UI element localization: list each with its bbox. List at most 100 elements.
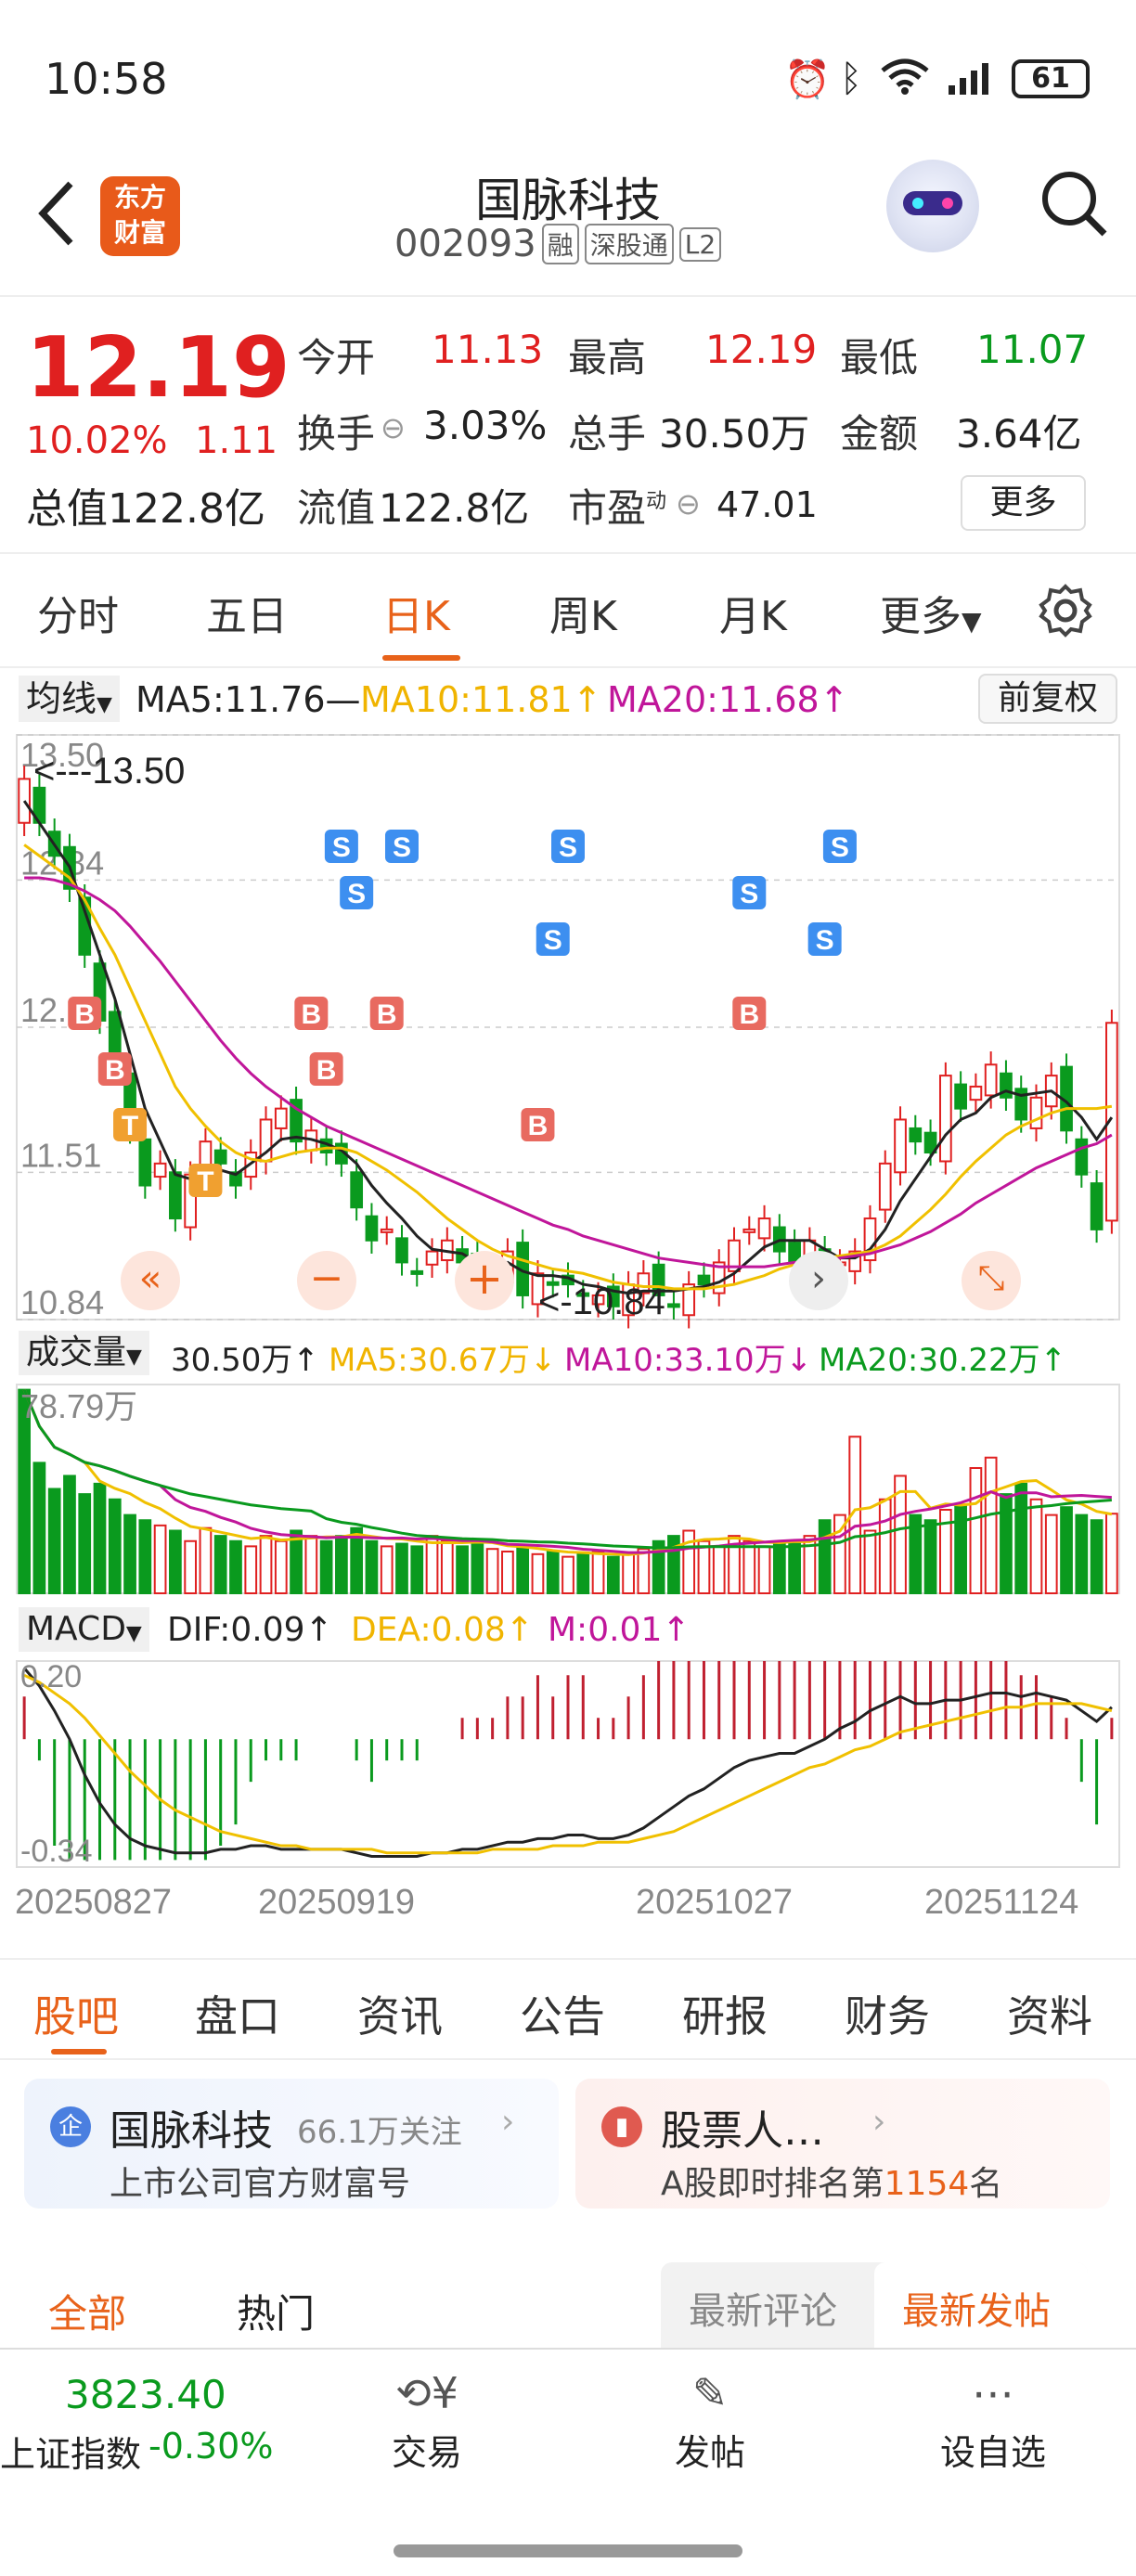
volume-bar <box>1000 1493 1013 1594</box>
volume-bar <box>63 1475 76 1594</box>
x-tick-label: 20250919 <box>258 1883 415 1922</box>
signal-icon <box>947 59 993 100</box>
battery-level: 61 <box>1031 62 1070 95</box>
volume-bar <box>138 1519 152 1594</box>
volume-bar <box>32 1462 46 1594</box>
rewind-icon[interactable]: « <box>121 1251 180 1310</box>
official-account-card[interactable]: 企 国脉科技 66.1万关注 › 上市公司官方财富号 <box>24 2079 559 2209</box>
volume-bar <box>712 1545 726 1594</box>
tab-finance[interactable]: 财务 <box>845 1983 930 2044</box>
chevron-right-icon: › <box>501 2103 515 2141</box>
rank-line: A股即时排名第1154名 <box>661 2157 1002 2205</box>
signal-letter: S <box>816 925 834 956</box>
volume-bar <box>637 1548 651 1594</box>
search-icon[interactable] <box>1038 167 1112 245</box>
sort-latest-post[interactable]: 最新发帖 <box>902 2281 1051 2335</box>
expand-icon[interactable]: ⤡ <box>962 1251 1021 1310</box>
assistant-avatar[interactable] <box>886 160 979 252</box>
tab-five-day[interactable]: 五日 <box>206 583 288 642</box>
feed-tab-hot[interactable]: 热门 <box>237 2283 315 2339</box>
volume-bar <box>365 1539 379 1594</box>
watch-label: 设自选 <box>939 2432 1046 2473</box>
volume-bar <box>395 1542 408 1594</box>
tab-guba[interactable]: 股吧 <box>33 1983 119 2044</box>
badge-margin: 融 <box>541 224 579 264</box>
turnover-value: 3.03% <box>423 403 548 448</box>
volume-bar <box>244 1545 258 1594</box>
signal-letter: T <box>197 1166 213 1197</box>
signal-letter: S <box>332 832 351 863</box>
volume-bar <box>485 1548 499 1594</box>
chart-canvas[interactable]: 13.5012.8412.1711.5110.84<---13.50<-10.8… <box>0 670 1136 1949</box>
volume-bar <box>606 1555 620 1594</box>
change-amt: 1.11 <box>195 419 278 462</box>
amount-value: 3.64亿 <box>956 411 1082 457</box>
rank-prefix: A股即时排名第 <box>661 2165 884 2203</box>
more-dots-icon: ⋯ <box>972 2368 1014 2418</box>
float-value-label: 流值 <box>297 485 376 531</box>
candle-body <box>153 1162 167 1179</box>
period-tabs: 分时 五日 日K 周K 月K 更多▼ <box>0 557 1136 668</box>
tab-monthly-k[interactable]: 月K <box>719 583 787 642</box>
volume-bar <box>788 1539 801 1594</box>
volume-bar <box>335 1535 348 1594</box>
pe-info-icon[interactable]: ⊖ <box>676 486 701 522</box>
y-tick-label: 10.84 <box>20 1283 104 1321</box>
gear-icon[interactable] <box>1038 583 1093 642</box>
volume-bar <box>199 1526 213 1594</box>
volume-bar <box>1060 1506 1073 1594</box>
trade-label: 交易 <box>391 2432 462 2473</box>
signal-letter: S <box>347 879 366 909</box>
feed-tab-all[interactable]: 全部 <box>48 2283 126 2339</box>
stock-people-title: 股票人… <box>661 2107 824 2155</box>
volume-bar <box>380 1545 394 1594</box>
pe-label-text: 市盈 <box>568 485 647 531</box>
candle-body <box>380 1228 394 1233</box>
compose-icon: ✎ <box>691 2368 729 2418</box>
trade-button[interactable]: ⟲¥ 交易 <box>362 2368 492 2475</box>
tab-daily-k[interactable]: 日K <box>382 583 450 642</box>
index-name[interactable]: 上证指数 <box>0 2426 141 2477</box>
tab-research[interactable]: 研报 <box>682 1983 768 2044</box>
volume-max-label: 78.79万 <box>20 1387 137 1425</box>
kline-chart[interactable]: 均线▼ MA5:11.76— MA10:11.81↑ MA20:11.68↑ 前… <box>0 670 1136 1949</box>
status-time: 10:58 <box>45 54 168 104</box>
tab-announcements[interactable]: 公告 <box>520 1983 605 2044</box>
volume-bar <box>682 1529 696 1594</box>
home-indicator <box>394 2544 742 2557</box>
sort-latest-comment[interactable]: 最新评论 <box>689 2281 837 2335</box>
tab-pankou[interactable]: 盘口 <box>195 1983 280 2044</box>
low-label: 最低 <box>840 335 919 380</box>
tab-intraday[interactable]: 分时 <box>37 583 119 642</box>
candle-body <box>697 1274 711 1286</box>
volume-bar <box>546 1551 560 1594</box>
volume-bar <box>47 1488 61 1594</box>
volume-bar <box>169 1529 182 1594</box>
volume-bar <box>425 1535 439 1594</box>
macd-top-label: 0.20 <box>20 1659 82 1694</box>
last-price: 12.19 <box>26 319 290 417</box>
candle-body <box>984 1063 998 1097</box>
candle-body <box>138 1138 152 1187</box>
plus-zoom-icon[interactable]: + <box>455 1251 514 1310</box>
minus-zoom-icon[interactable]: − <box>297 1251 356 1310</box>
signal-letter: S <box>831 832 849 863</box>
tab-more-periods[interactable]: 更多▼ <box>880 583 982 642</box>
post-button[interactable]: ✎ 发帖 <box>645 2368 775 2475</box>
tab-weekly-k[interactable]: 周K <box>549 583 617 642</box>
more-button[interactable]: 更多 <box>961 475 1086 531</box>
info-icon[interactable]: ⊖ <box>381 410 406 445</box>
volume-bar <box>1014 1482 1028 1594</box>
pe-label: 市盈动 <box>568 477 666 534</box>
high-label: 最高 <box>568 335 647 380</box>
forward-icon[interactable]: › <box>789 1251 848 1310</box>
open-label: 今开 <box>297 335 376 380</box>
stock-people-card[interactable]: ▮ 股票人… › A股即时排名第1154名 <box>575 2079 1110 2209</box>
add-watchlist-button[interactable]: ⋯ 设自选 <box>928 2368 1058 2475</box>
tab-news[interactable]: 资讯 <box>357 1983 443 2044</box>
volume-bar <box>576 1552 590 1594</box>
index-value[interactable]: 3823.40 <box>65 2372 226 2417</box>
candle-body <box>938 1075 952 1163</box>
tab-profile[interactable]: 资料 <box>1007 1983 1092 2044</box>
signal-letter: S <box>393 832 411 863</box>
